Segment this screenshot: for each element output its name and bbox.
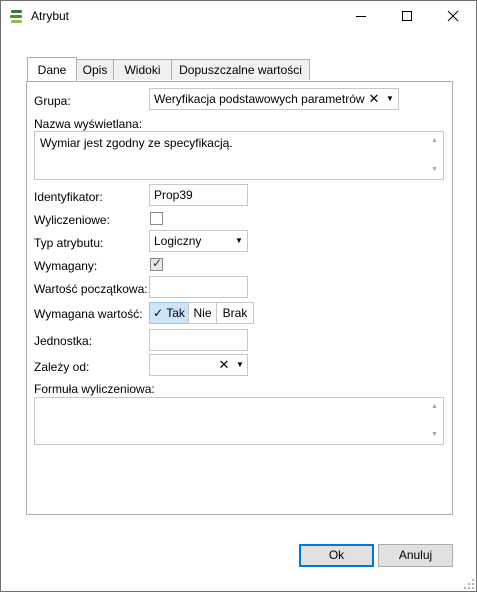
nazwa-value: Wymiar jest zgodny ze specyfikacją. xyxy=(40,136,233,150)
scroll-up-icon[interactable]: ▲ xyxy=(426,133,443,149)
resize-grip-icon[interactable] xyxy=(464,579,474,589)
cancel-button[interactable]: Anuluj xyxy=(378,544,453,567)
close-button[interactable] xyxy=(430,1,476,31)
formula-textarea[interactable]: ▲ ▼ xyxy=(34,397,444,445)
wyliczeniowe-checkbox[interactable] xyxy=(150,212,163,225)
grupa-value: Weryfikacja podstawowych parametrów xyxy=(154,92,365,106)
scroll-down-icon[interactable]: ▼ xyxy=(426,427,443,443)
close-icon xyxy=(447,10,459,22)
typ-atrybutu-label: Typ atrybutu: xyxy=(34,236,104,250)
layers-icon xyxy=(9,9,25,25)
option-brak[interactable]: Brak xyxy=(216,302,254,324)
nazwa-textarea[interactable]: Wymiar jest zgodny ze specyfikacją. ▲ ▼ xyxy=(34,131,444,180)
chevron-down-icon[interactable]: ▼ xyxy=(232,231,246,251)
minimize-icon xyxy=(356,16,366,17)
maximize-icon xyxy=(402,11,412,21)
zalezy-od-combobox[interactable]: ✕ ▼ xyxy=(149,354,248,376)
wymagany-checkbox[interactable]: ✓ xyxy=(150,256,163,271)
wartosc-poczatkowa-label: Wartość początkowa: xyxy=(34,282,148,296)
nazwa-scrollbar[interactable]: ▲ ▼ xyxy=(426,132,443,179)
scroll-down-icon[interactable]: ▼ xyxy=(426,162,443,178)
grupa-combobox[interactable]: Weryfikacja podstawowych parametrów ✕ ▼ xyxy=(149,88,399,110)
minimize-button[interactable] xyxy=(338,1,384,31)
wymagany-label: Wymagany: xyxy=(34,259,98,273)
jednostka-input[interactable] xyxy=(149,329,248,351)
typ-atrybutu-value: Logiczny xyxy=(154,234,202,248)
wyliczeniowe-label: Wyliczeniowe: xyxy=(34,213,110,227)
dialog-window: Atrybut Dane Opis Widoki Dopuszczalne wa… xyxy=(0,0,477,592)
window-title: Atrybut xyxy=(31,9,70,23)
identyfikator-label: Identyfikator: xyxy=(34,190,103,204)
typ-atrybutu-combobox[interactable]: Logiczny ▼ xyxy=(149,230,248,252)
maximize-button[interactable] xyxy=(384,1,430,31)
tab-widoki[interactable]: Widoki xyxy=(113,59,172,80)
chevron-down-icon[interactable]: ▼ xyxy=(383,89,397,109)
clear-icon[interactable]: ✕ xyxy=(218,355,230,375)
chevron-down-icon[interactable]: ▼ xyxy=(233,355,247,375)
formula-scrollbar[interactable]: ▲ ▼ xyxy=(426,398,443,444)
option-nie[interactable]: Nie xyxy=(188,302,217,324)
tab-dopuszczalne-wartosci[interactable]: Dopuszczalne wartości xyxy=(171,59,310,80)
tab-panel-dane: Grupa: Weryfikacja podstawowych parametr… xyxy=(26,81,453,515)
option-tak[interactable]: ✓ Tak xyxy=(149,302,189,324)
identyfikator-input[interactable]: Prop39 xyxy=(149,184,248,206)
tab-opis[interactable]: Opis xyxy=(76,59,114,80)
wymagana-wartosc-label: Wymagana wartość: xyxy=(34,307,143,321)
zalezy-od-label: Zależy od: xyxy=(34,360,90,374)
nazwa-label: Nazwa wyświetlana: xyxy=(34,117,143,131)
title-bar[interactable]: Atrybut xyxy=(1,1,476,32)
ok-button[interactable]: Ok xyxy=(299,544,374,567)
clear-icon[interactable]: ✕ xyxy=(368,89,380,109)
scroll-up-icon[interactable]: ▲ xyxy=(426,399,443,415)
jednostka-label: Jednostka: xyxy=(34,334,93,348)
grupa-label: Grupa: xyxy=(34,94,71,108)
tab-dane[interactable]: Dane xyxy=(27,57,77,81)
check-icon: ✓ xyxy=(152,256,163,270)
wartosc-poczatkowa-input[interactable] xyxy=(149,276,248,298)
formula-label: Formuła wyliczeniowa: xyxy=(34,382,155,396)
